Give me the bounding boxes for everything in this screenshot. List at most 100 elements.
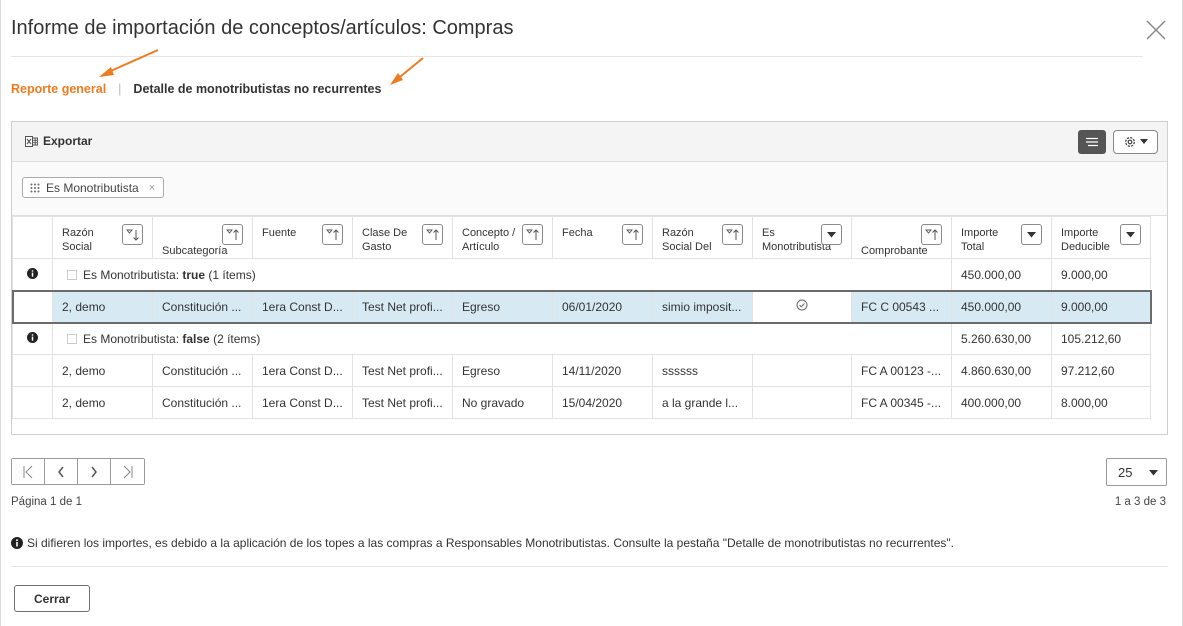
group-value: false — [182, 331, 210, 346]
gear-icon — [1125, 137, 1135, 147]
info-icon[interactable] — [27, 331, 38, 343]
cell-importe-deducible[interactable]: 97.212,60 — [1051, 354, 1151, 387]
cell-es-monotributista[interactable] — [752, 386, 852, 419]
sort-ascending-icon — [325, 228, 339, 240]
info-icon[interactable] — [27, 267, 38, 279]
cell-comprobante[interactable]: FC C 00543 ... — [851, 290, 952, 323]
pagination — [11, 458, 145, 485]
next-page-button[interactable] — [78, 459, 111, 484]
cell-razon-social-del[interactable]: ssssss — [652, 354, 753, 387]
table-row[interactable]: 2, demo Constitución ... 1era Const D... Te… — [12, 386, 1151, 419]
first-page-button[interactable] — [12, 459, 45, 484]
tab-detalle-monotributistas[interactable]: Detalle de monotributistas no recurrente… — [133, 82, 381, 96]
group-checkbox[interactable] — [67, 333, 77, 344]
settings-menu-button[interactable] — [1113, 130, 1158, 154]
group-deducible: 9.000,00 — [1051, 258, 1151, 291]
cell-importe-total[interactable]: 450.000,00 — [951, 290, 1052, 323]
cell-clase-de-gasto[interactable]: Test Net profi... — [352, 386, 453, 419]
page-size-select[interactable]: 25 — [1106, 458, 1167, 486]
table-row[interactable]: 2, demo Constitución ... 1era Const D... Te… — [12, 354, 1151, 387]
cell-concepto-articulo[interactable]: No gravado — [452, 386, 553, 419]
tab-separator: | — [118, 82, 122, 96]
cell-subcategoria[interactable]: Constitución ... — [152, 354, 253, 387]
cell-razon-social[interactable]: 2, demo — [52, 290, 153, 323]
group-count: (2 ítems) — [209, 331, 261, 346]
column-menu-button[interactable] — [821, 224, 842, 245]
caret-down-icon — [1027, 231, 1036, 237]
density-button[interactable] — [1078, 130, 1106, 154]
cell-es-monotributista[interactable] — [752, 290, 852, 323]
close-icon[interactable] — [1145, 20, 1167, 40]
header-razon-social[interactable]: Razón Social — [52, 216, 153, 259]
header-importe-total[interactable]: Importe Total — [951, 216, 1052, 259]
group-chip-es-monotributista[interactable]: Es Monotributista × — [22, 177, 165, 198]
header-fuente[interactable]: Fuente — [252, 216, 353, 259]
cerrar-button[interactable]: Cerrar — [14, 585, 90, 612]
cell-razon-social[interactable]: 2, demo — [52, 354, 153, 387]
group-checkbox[interactable] — [67, 269, 77, 280]
header-razon-social-del[interactable]: Razón Social Del — [652, 216, 753, 259]
sort-ascending-icon — [225, 228, 239, 240]
header-concepto-articulo[interactable]: Concepto / Artículo — [452, 216, 553, 259]
sort-button[interactable] — [522, 224, 543, 245]
dialog-title: Informe de importación de conceptos/artí… — [11, 17, 514, 39]
previous-page-button[interactable] — [45, 459, 78, 484]
group-row[interactable]: Es Monotributista: true (1 ítems) 450.000… — [12, 258, 1151, 291]
cell-fuente[interactable]: 1era Const D... — [252, 290, 353, 323]
header-clase-de-gasto[interactable]: Clase De Gasto — [352, 216, 453, 259]
cell-fecha[interactable]: 15/04/2020 — [552, 386, 653, 419]
header-comprobante[interactable]: Comprobante — [851, 216, 952, 259]
cell-es-monotributista[interactable] — [752, 354, 852, 387]
cell-fecha[interactable]: 06/01/2020 — [552, 290, 653, 323]
tab-reporte-general[interactable]: Reporte general — [11, 82, 106, 96]
cell-importe-deducible[interactable]: 8.000,00 — [1051, 386, 1151, 419]
cell-clase-de-gasto[interactable]: Test Net profi... — [352, 290, 453, 323]
cell-clase-de-gasto[interactable]: Test Net profi... — [352, 354, 453, 387]
last-page-button[interactable] — [111, 459, 144, 484]
column-menu-button[interactable] — [1021, 224, 1042, 245]
header-label: Importe Deducible — [1061, 227, 1110, 253]
sort-button[interactable] — [622, 224, 643, 245]
sort-button[interactable] — [222, 224, 243, 245]
cell-razon-social-del[interactable]: a la grande l... — [652, 386, 753, 419]
info-icon — [11, 537, 23, 549]
column-menu-button[interactable] — [1120, 224, 1141, 245]
group-by-panel: Es Monotributista × — [12, 162, 1167, 216]
cell-importe-total[interactable]: 400.000,00 — [951, 386, 1052, 419]
cell-fuente[interactable]: 1era Const D... — [252, 386, 353, 419]
sort-ascending-icon — [625, 228, 639, 240]
footer-divider — [11, 566, 1168, 567]
cell-razon-social[interactable]: 2, demo — [52, 386, 153, 419]
cell-fecha[interactable]: 14/11/2020 — [552, 354, 653, 387]
sort-button[interactable] — [921, 224, 942, 245]
title-divider — [11, 56, 1143, 57]
header-subcategoria[interactable]: Subcategoría — [152, 216, 253, 259]
cell-comprobante[interactable]: FC A 00345 -... — [851, 386, 952, 419]
results-table: Razón Social Subcategoría Fuente Clase De G… — [11, 216, 1152, 419]
cell-concepto-articulo[interactable]: Egreso — [452, 290, 553, 323]
cell-comprobante[interactable]: FC A 00123 -... — [851, 354, 952, 387]
header-label: Subcategoría — [162, 245, 228, 257]
sort-button[interactable] — [122, 224, 143, 245]
cell-concepto-articulo[interactable]: Egreso — [452, 354, 553, 387]
cell-importe-deducible[interactable]: 9.000,00 — [1051, 290, 1151, 323]
table-row[interactable]: 2, demo Constitución ... 1era Const D... Te… — [11, 289, 1152, 324]
header-fecha[interactable]: Fecha — [552, 216, 653, 259]
header-es-monotributista[interactable]: Es Monotributista — [752, 216, 852, 259]
sort-button[interactable] — [322, 224, 343, 245]
group-row[interactable]: Es Monotributista: false (2 ítems) 5.260.… — [12, 322, 1151, 355]
row-indent — [12, 354, 53, 387]
sort-button[interactable] — [722, 224, 743, 245]
sort-ascending-icon — [725, 228, 739, 240]
remove-group-icon[interactable]: × — [149, 182, 155, 194]
export-button[interactable]: Exportar — [25, 134, 92, 148]
sort-button[interactable] — [422, 224, 443, 245]
cell-fuente[interactable]: 1era Const D... — [252, 354, 353, 387]
cell-subcategoria[interactable]: Constitución ... — [152, 290, 253, 323]
cell-subcategoria[interactable]: Constitución ... — [152, 386, 253, 419]
drag-handle-icon — [30, 183, 40, 192]
cell-importe-total[interactable]: 4.860.630,00 — [951, 354, 1052, 387]
header-importe-deducible[interactable]: Importe Deducible — [1051, 216, 1151, 259]
row-indent — [12, 290, 53, 323]
cell-razon-social-del[interactable]: simio imposit... — [652, 290, 753, 323]
